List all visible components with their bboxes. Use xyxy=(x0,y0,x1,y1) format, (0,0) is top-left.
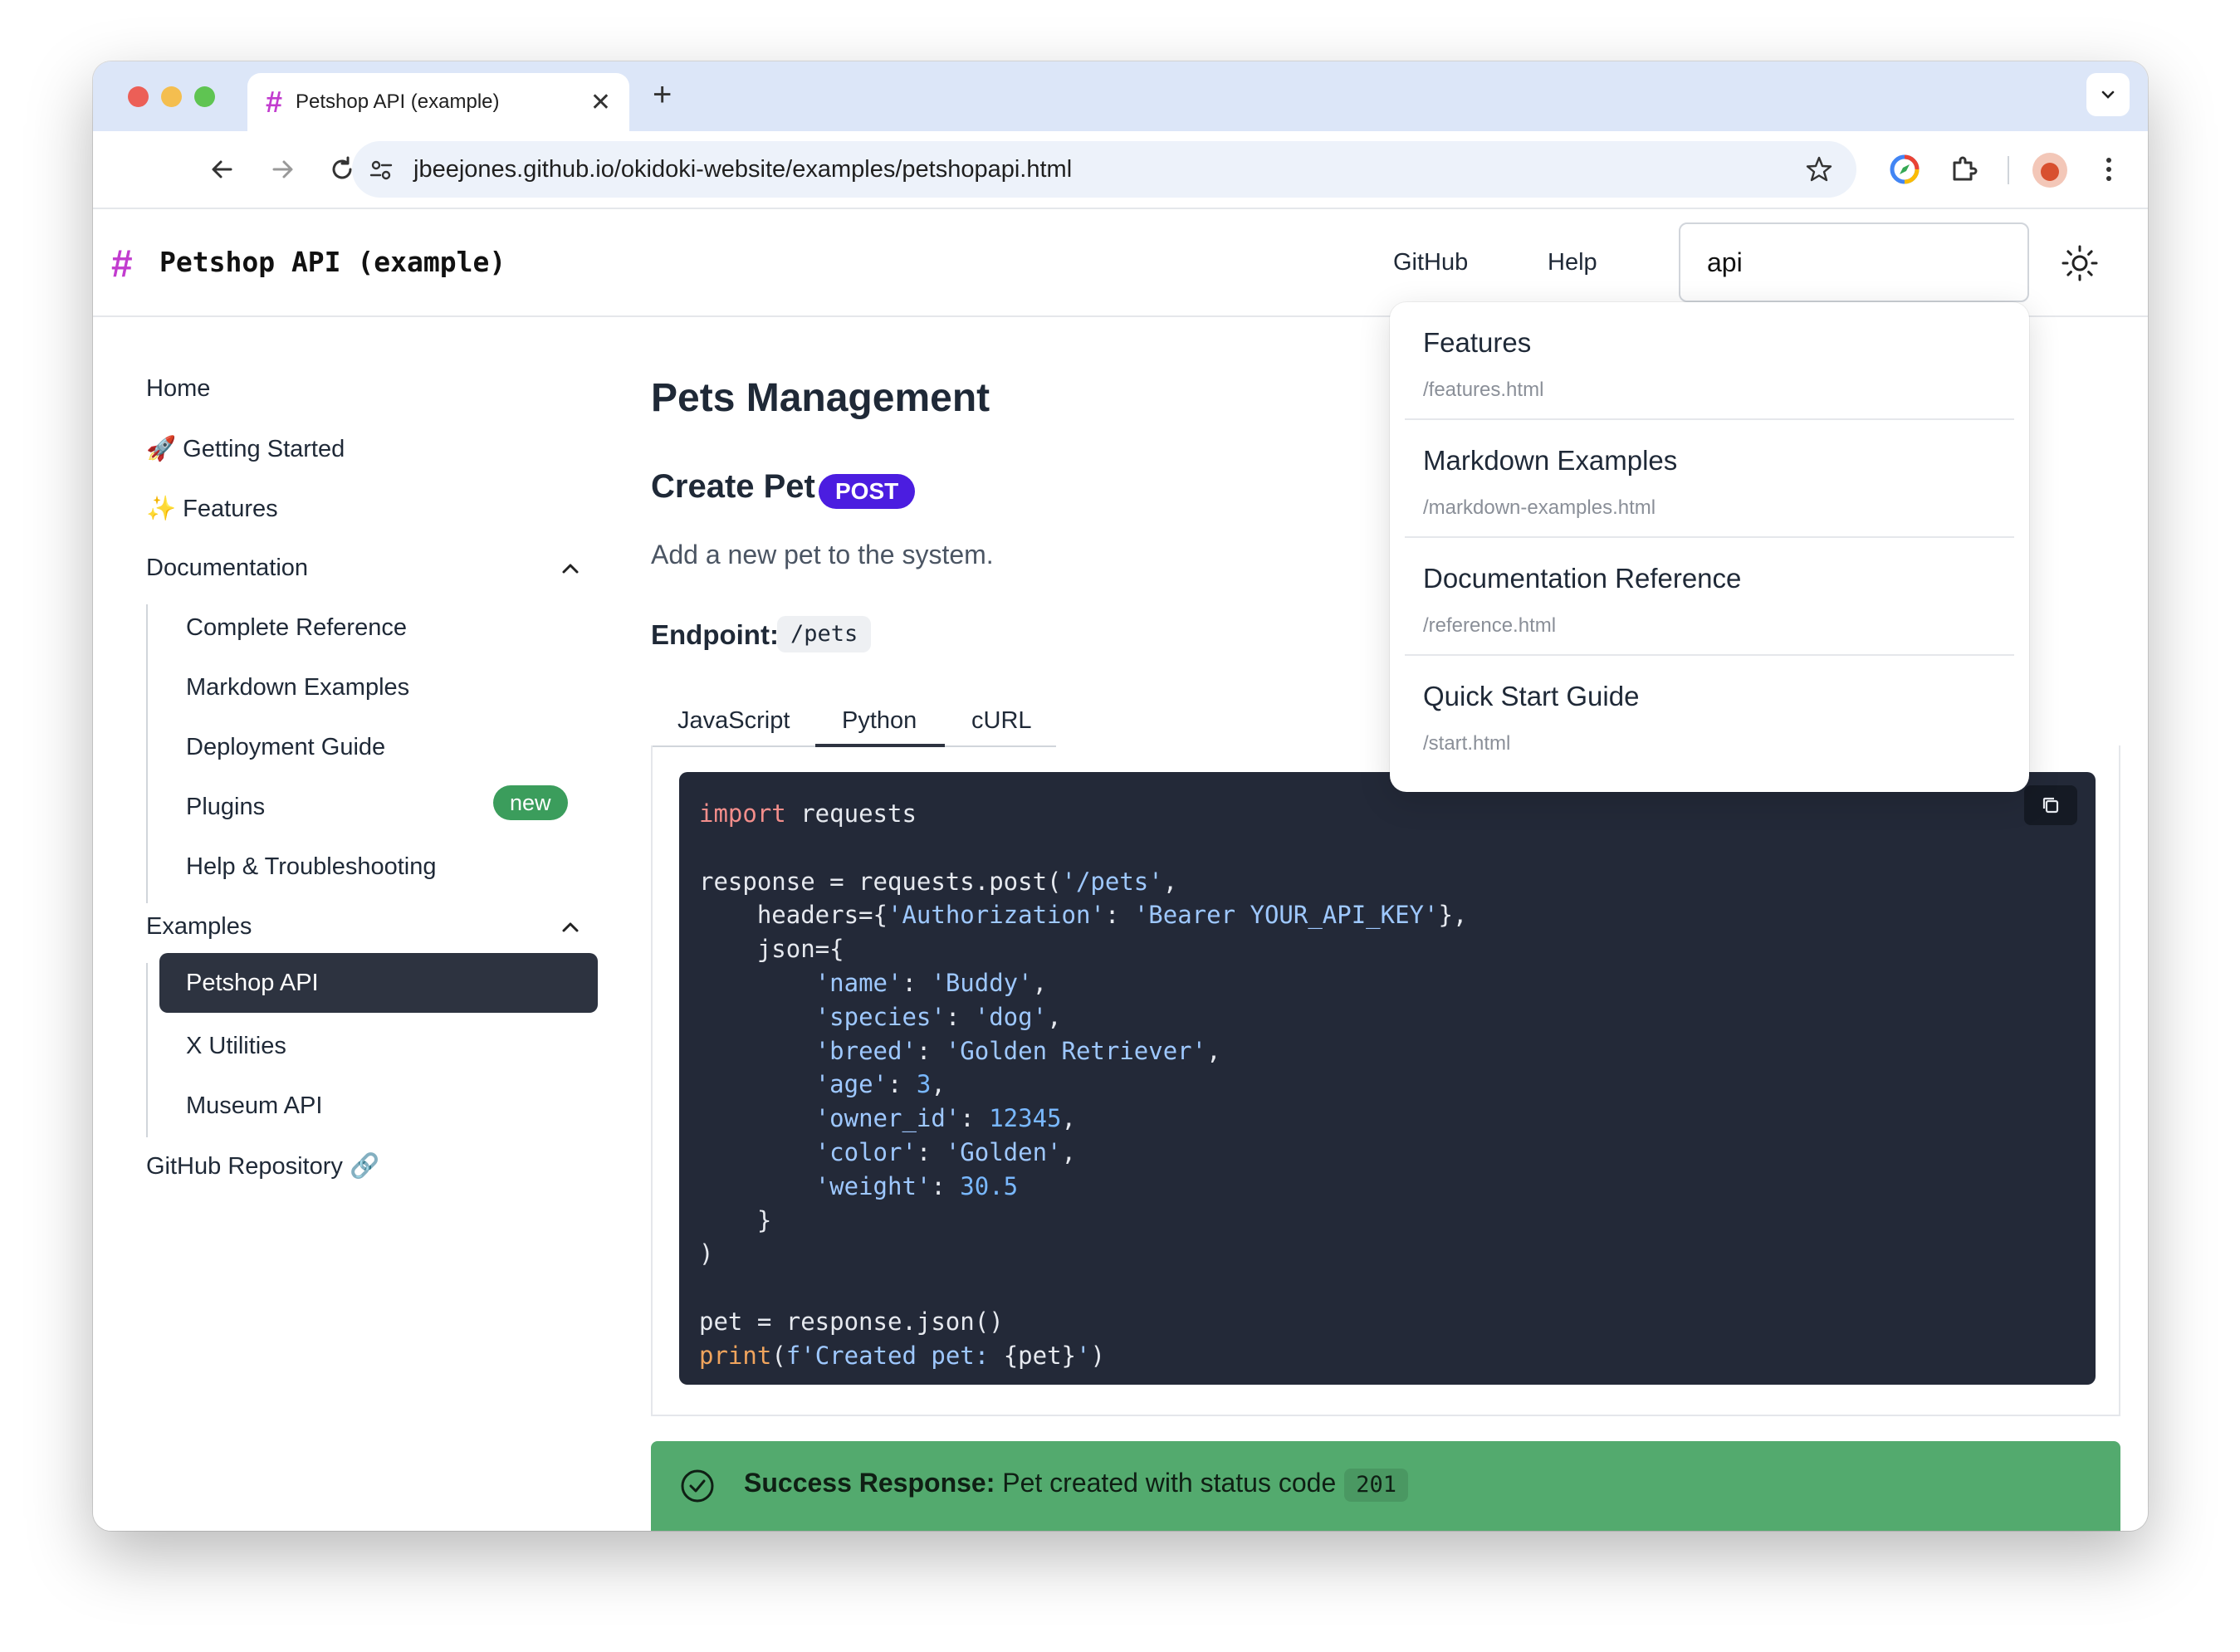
search-result-path: /features.html xyxy=(1423,379,1544,401)
toolbar-divider xyxy=(2008,156,2009,184)
header-link-github[interactable]: GitHub xyxy=(1393,249,1468,276)
page-heading: Pets Management xyxy=(651,376,990,420)
chevron-up-icon[interactable] xyxy=(558,556,583,581)
profile-avatar[interactable] xyxy=(2032,153,2067,188)
theme-toggle-sun-icon[interactable] xyxy=(2061,244,2099,282)
sidebar-item-x-utilities[interactable]: X Utilities xyxy=(186,1033,286,1060)
search-results-dropdown: Features /features.html Markdown Example… xyxy=(1390,302,2029,792)
examples-tree-line xyxy=(146,963,148,1137)
browser-window: # Petshop API (example) ✕ + jbeejones.gi… xyxy=(93,61,2148,1531)
check-circle-icon xyxy=(681,1469,714,1503)
section-description: Add a new pet to the system. xyxy=(651,540,994,569)
sidebar-item-getting-started[interactable]: 🚀 Getting Started xyxy=(146,435,345,463)
method-badge: POST xyxy=(819,474,916,509)
sidebar-item-label: Petshop API xyxy=(186,970,319,996)
extensions-puzzle-icon[interactable] xyxy=(1948,153,1981,186)
sidebar-item-complete-reference[interactable]: Complete Reference xyxy=(186,614,407,642)
browser-toolbar: jbeejones.github.io/okidoki-website/exam… xyxy=(93,131,2148,209)
documentation-tree-line xyxy=(146,604,148,903)
page: # Petshop API (example) GitHub Help Home… xyxy=(93,209,2148,1531)
search-result-item[interactable]: Markdown Examples /markdown-examples.htm… xyxy=(1405,420,2014,538)
tab-curl[interactable]: cURL xyxy=(971,707,1032,735)
search-result-item[interactable]: Features /features.html xyxy=(1405,302,2014,420)
url-text: jbeejones.github.io/okidoki-website/exam… xyxy=(413,155,1073,183)
success-label: Success Response: xyxy=(744,1468,995,1498)
code-tabs: JavaScript Python cURL xyxy=(651,701,1056,747)
maximize-window-button[interactable] xyxy=(194,86,215,107)
search-result-title: Markdown Examples xyxy=(1423,445,1678,476)
sidebar-item-examples[interactable]: Examples xyxy=(146,913,252,941)
more-vert-icon[interactable] xyxy=(2092,153,2125,186)
sidebar-item-deployment-guide[interactable]: Deployment Guide xyxy=(186,734,385,761)
copy-code-button[interactable] xyxy=(2024,785,2077,825)
sidebar-item-help-troubleshooting[interactable]: Help & Troubleshooting xyxy=(186,853,436,881)
site-title[interactable]: Petshop API (example) xyxy=(159,246,506,278)
endpoint-label: Endpoint: xyxy=(651,619,779,650)
copy-icon xyxy=(2042,797,2059,814)
sidebar-item-documentation[interactable]: Documentation xyxy=(146,555,308,582)
hash-icon: # xyxy=(266,85,283,119)
sidebar-item-petshop-api[interactable]: Petshop API xyxy=(159,953,598,1013)
section-heading: Create Pet xyxy=(651,468,815,505)
site-settings-icon[interactable] xyxy=(369,158,394,183)
address-bar[interactable]: jbeejones.github.io/okidoki-website/exam… xyxy=(352,141,1856,198)
chevron-down-icon xyxy=(2101,90,2115,99)
site-header: # Petshop API (example) GitHub Help xyxy=(93,209,2148,317)
site-logo-hash-icon[interactable]: # xyxy=(111,241,133,286)
forward-icon[interactable] xyxy=(266,153,299,186)
search-result-title: Documentation Reference xyxy=(1423,563,1742,594)
code-block: import requests response = requests.post… xyxy=(679,772,2096,1385)
minimize-window-button[interactable] xyxy=(161,86,182,107)
tab-strip: # Petshop API (example) ✕ + xyxy=(93,61,2148,131)
new-tab-icon[interactable]: + xyxy=(653,76,672,114)
close-tab-icon[interactable]: ✕ xyxy=(590,88,611,117)
search-result-item[interactable]: Documentation Reference /reference.html xyxy=(1405,538,2014,656)
search-result-path: /start.html xyxy=(1423,732,1511,755)
status-code: 201 xyxy=(1344,1469,1409,1502)
endpoint-path: /pets xyxy=(777,616,872,652)
chevron-up-icon[interactable] xyxy=(558,915,583,940)
code-panel: import requests response = requests.post… xyxy=(651,745,2120,1416)
sidebar-item-plugins[interactable]: Plugins xyxy=(186,794,265,821)
success-alert: Success Response: Pet created with statu… xyxy=(651,1441,2120,1531)
extension-compass-icon[interactable] xyxy=(1888,153,1921,186)
search-result-title: Quick Start Guide xyxy=(1423,681,1640,711)
success-message: Success Response: Pet created with statu… xyxy=(744,1468,1409,1502)
back-icon[interactable] xyxy=(206,153,239,186)
sidebar-item-museum-api[interactable]: Museum API xyxy=(186,1092,322,1120)
search-result-item[interactable]: Quick Start Guide /start.html xyxy=(1405,656,2014,774)
tab-search-button[interactable] xyxy=(2086,73,2130,116)
sidebar: Home 🚀 Getting Started ✨ Features Docume… xyxy=(93,317,624,1531)
search-result-path: /markdown-examples.html xyxy=(1423,496,1656,519)
close-window-button[interactable] xyxy=(128,86,149,107)
tab-javascript[interactable]: JavaScript xyxy=(677,707,790,735)
browser-tab[interactable]: # Petshop API (example) ✕ xyxy=(247,73,629,131)
search-input[interactable] xyxy=(1679,222,2029,302)
header-link-help[interactable]: Help xyxy=(1548,249,1597,276)
tab-python[interactable]: Python xyxy=(842,707,917,735)
tab-title: Petshop API (example) xyxy=(296,90,500,113)
sidebar-item-features[interactable]: ✨ Features xyxy=(146,495,278,523)
sidebar-item-github-repository[interactable]: GitHub Repository 🔗 xyxy=(146,1152,379,1180)
sidebar-item-home[interactable]: Home xyxy=(146,375,210,403)
search-result-path: /reference.html xyxy=(1423,614,1557,637)
bookmark-star-icon[interactable] xyxy=(1805,155,1833,183)
new-badge: new xyxy=(493,785,568,820)
success-text: Pet created with status code xyxy=(995,1468,1337,1498)
sidebar-item-markdown-examples[interactable]: Markdown Examples xyxy=(186,674,409,701)
search-result-title: Features xyxy=(1423,327,1532,358)
